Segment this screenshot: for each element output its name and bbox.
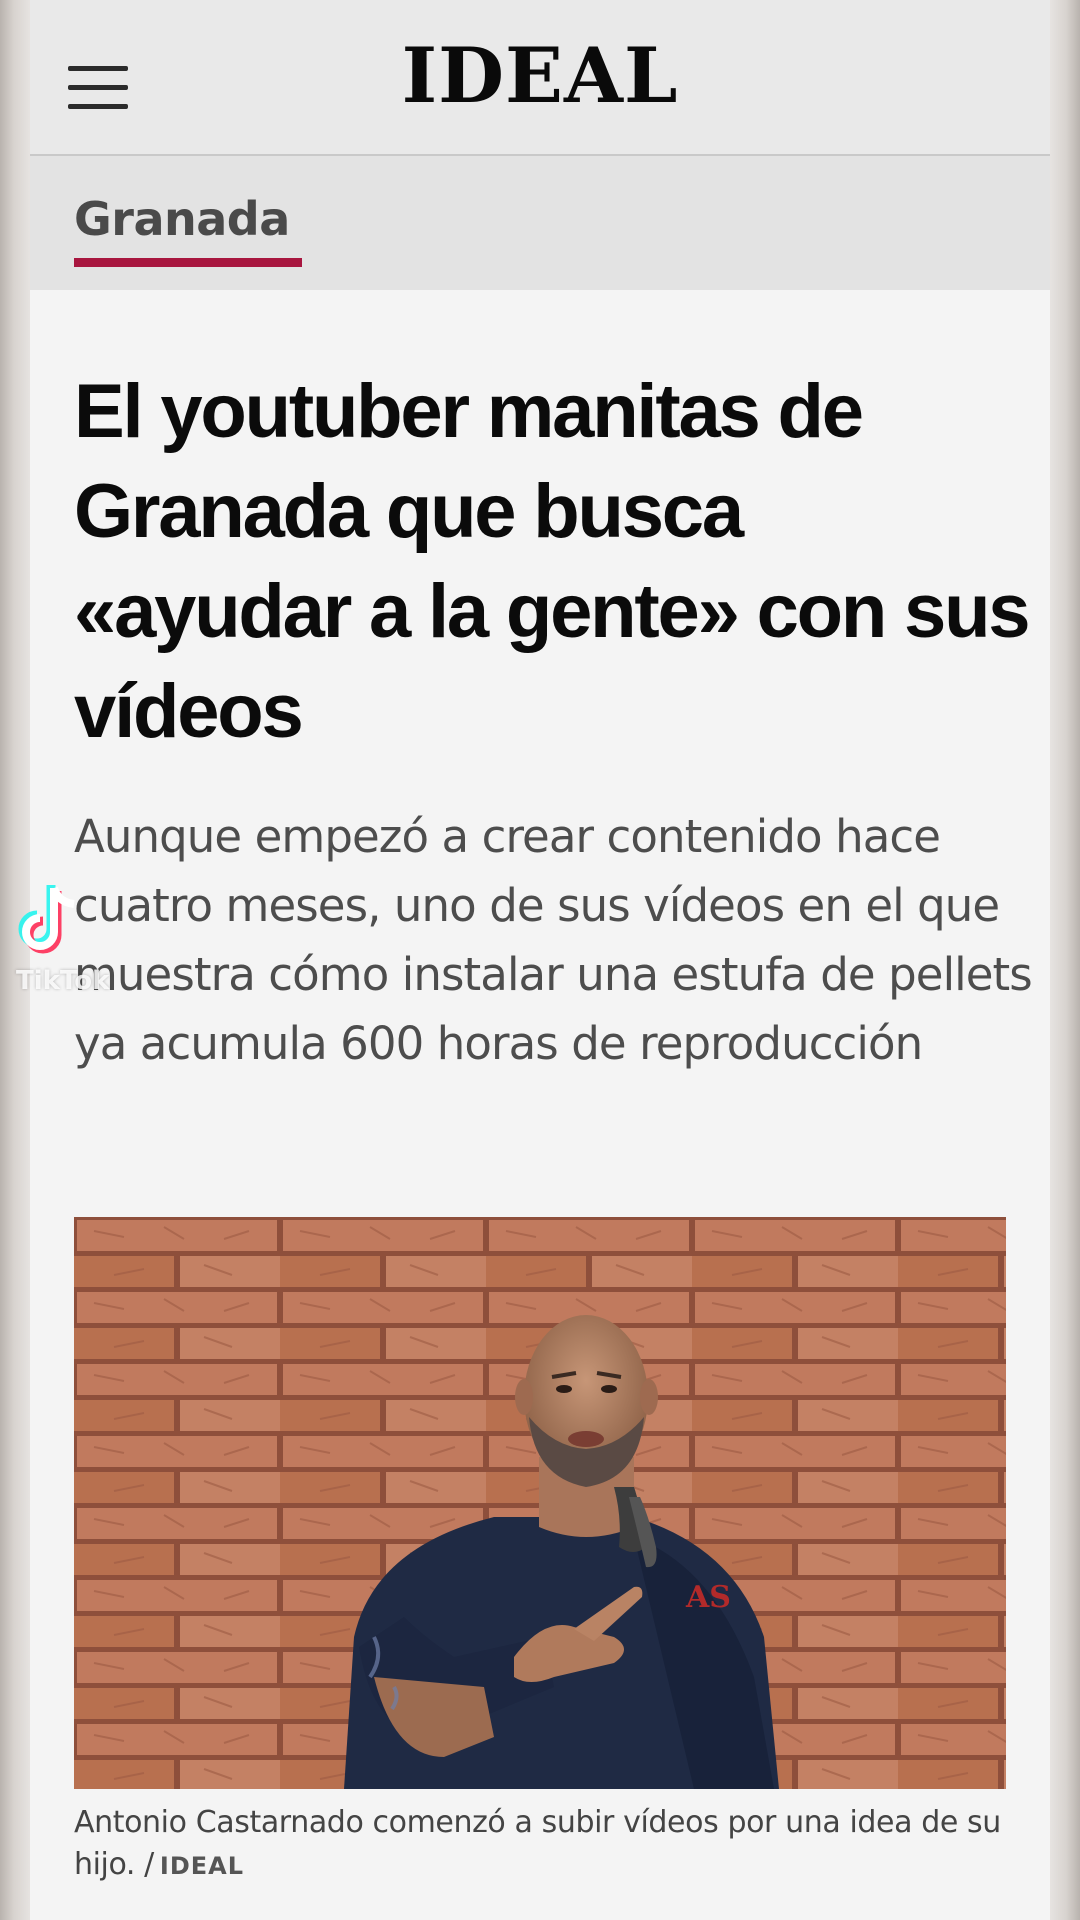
article-photo[interactable]: AS [74, 1217, 1006, 1789]
caption-credit: IDEAL [159, 1852, 245, 1880]
site-header: IDEAL [30, 0, 1050, 156]
screen: IDEAL Granada El youtuber manitas de Gra… [0, 0, 1080, 1920]
tiktok-logo-icon [18, 885, 75, 954]
site-logo[interactable]: IDEAL [370, 38, 710, 114]
man-in-front-of-brick-wall-photo: AS [74, 1217, 1006, 1789]
article-summary: Aunque empezó a crear contenido hace cua… [74, 810, 1033, 1070]
section-underline [74, 258, 302, 267]
section-link-granada[interactable]: Granada [74, 196, 290, 242]
section-bar: Granada [30, 156, 1050, 290]
tiktok-watermark-text: TikTok [16, 966, 110, 996]
svg-text:AS: AS [685, 1580, 731, 1615]
photo-caption: Antonio Castarnado comenzó a subir vídeo… [74, 1802, 1034, 1887]
hamburger-menu-icon[interactable] [68, 66, 128, 110]
article-headline: El youtuber manitas de Granada que busca… [74, 369, 1031, 754]
article-page: IDEAL Granada El youtuber manitas de Gra… [30, 0, 1050, 1920]
